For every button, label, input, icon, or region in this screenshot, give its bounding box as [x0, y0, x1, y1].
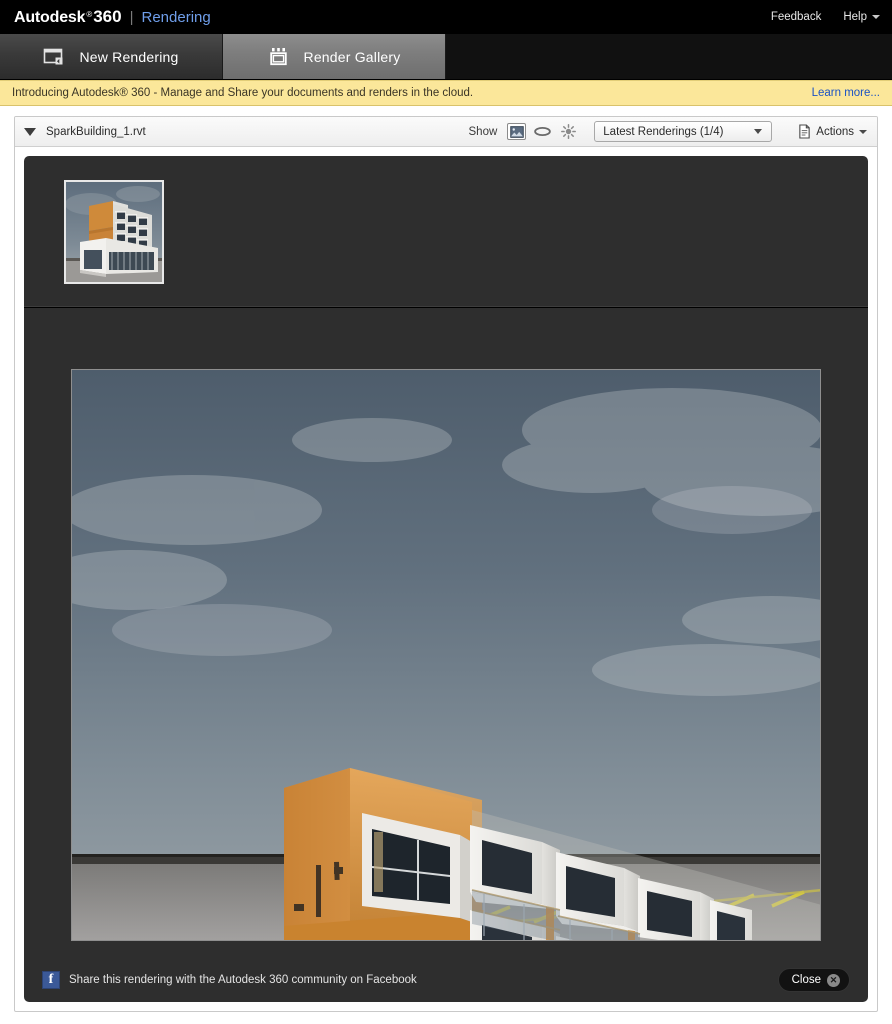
new-rendering-icon — [43, 47, 67, 67]
file-name-label: SparkBuilding_1.rvt — [46, 125, 146, 138]
close-label: Close — [791, 974, 821, 986]
thumbnail-render-image — [66, 181, 162, 282]
main-tab-bar: New Rendering Render Gallery — [0, 34, 892, 80]
brand-autodesk-text: Autodesk — [14, 9, 86, 26]
actions-menu-button[interactable]: Actions — [796, 122, 869, 141]
main-render-frame[interactable] — [71, 369, 821, 941]
learn-more-link[interactable]: Learn more... — [812, 87, 880, 99]
still-image-icon[interactable] — [507, 123, 527, 140]
renderings-filter-value: Latest Renderings (1/4) — [603, 125, 724, 138]
facebook-share-button[interactable]: f Share this rendering with the Autodesk… — [42, 971, 417, 989]
panorama-icon[interactable] — [533, 123, 552, 140]
renderings-filter-dropdown[interactable]: Latest Renderings (1/4) — [594, 121, 773, 142]
promo-text: Introducing Autodesk® 360 - Manage and S… — [12, 87, 474, 99]
actions-label: Actions — [816, 125, 854, 138]
gallery-icon — [268, 47, 292, 67]
feedback-label: Feedback — [770, 11, 822, 23]
brand-registered-mark: ® — [86, 10, 93, 19]
main-render-image — [72, 370, 820, 940]
gallery-toolbar: SparkBuilding_1.rvt Show Latest Renderin… — [15, 117, 877, 147]
chevron-down-icon — [754, 129, 763, 134]
tab-new-rendering[interactable]: New Rendering — [0, 34, 223, 79]
promo-banner: Introducing Autodesk® 360 - Manage and S… — [0, 80, 892, 106]
tab-render-gallery-label: Render Gallery — [303, 48, 401, 65]
app-header: Autodesk ® 360 | Rendering Feedback Help — [0, 0, 892, 34]
feedback-link[interactable]: Feedback — [771, 11, 822, 23]
illuminance-sun-icon[interactable] — [559, 123, 578, 140]
render-viewer: f Share this rendering with the Autodesk… — [24, 156, 868, 1002]
triangle-down-icon[interactable] — [24, 127, 36, 136]
share-bar: f Share this rendering with the Autodesk… — [24, 958, 868, 1002]
close-icon: ✕ — [827, 973, 840, 987]
brand-separator: | — [129, 9, 134, 26]
close-button[interactable]: Close ✕ — [777, 968, 850, 992]
toolbar-controls: Show Latest Renderings (1/4) Actions — [469, 121, 870, 142]
brand-360-text: 360 — [93, 7, 122, 26]
show-filter-group — [507, 123, 578, 140]
facebook-icon: f — [42, 971, 60, 989]
panel-container: SparkBuilding_1.rvt Show Latest Renderin… — [0, 106, 892, 1012]
tab-render-gallery[interactable]: Render Gallery — [223, 34, 446, 79]
header-links: Feedback Help — [771, 0, 880, 34]
help-label: Help — [843, 11, 867, 23]
chevron-down-icon — [872, 15, 880, 19]
show-label: Show — [468, 125, 498, 138]
document-icon — [798, 124, 811, 139]
render-stage — [24, 308, 868, 1001]
help-menu[interactable]: Help — [843, 11, 880, 23]
facebook-share-label: Share this rendering with the Autodesk 3… — [69, 974, 417, 986]
chevron-down-icon — [859, 129, 867, 134]
tab-new-rendering-label: New Rendering — [79, 48, 179, 65]
gallery-panel: SparkBuilding_1.rvt Show Latest Renderin… — [14, 116, 878, 1012]
thumbnail-item[interactable] — [64, 179, 164, 284]
brand-logo[interactable]: Autodesk ® 360 | Rendering — [14, 7, 211, 27]
brand-product-name: Rendering — [141, 9, 211, 26]
thumbnail-strip — [24, 156, 868, 308]
